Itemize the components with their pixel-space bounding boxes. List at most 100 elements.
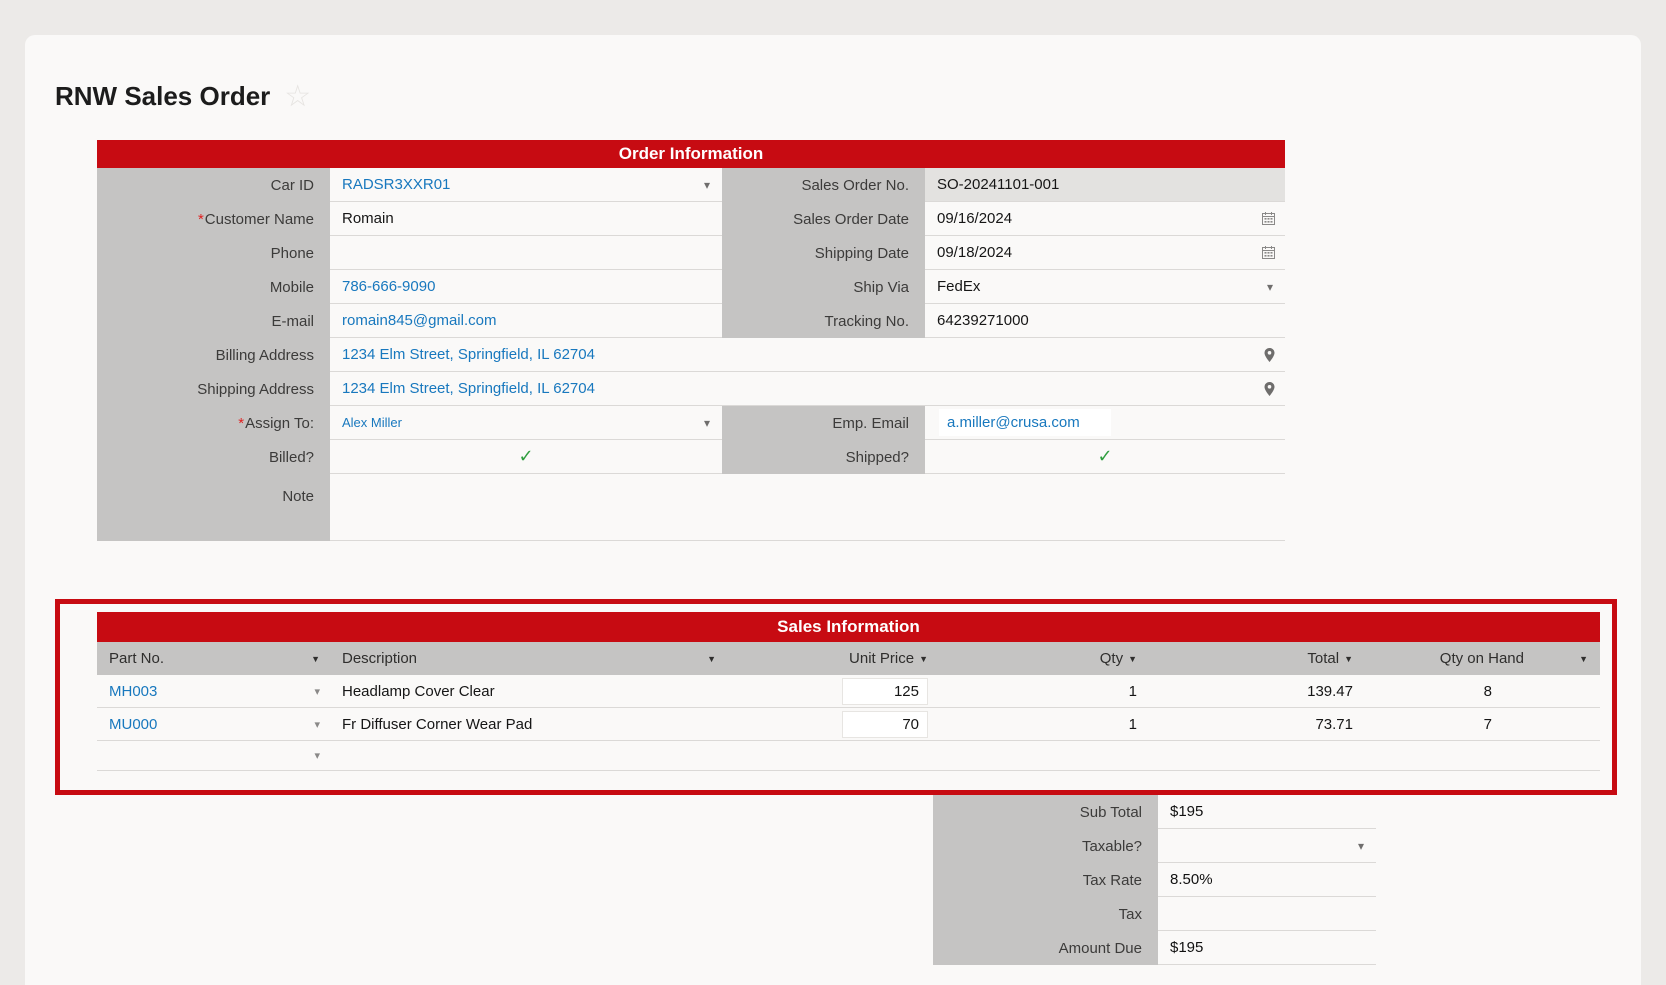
sort-caret-icon[interactable]: ▼ xyxy=(1579,654,1588,664)
note-field[interactable] xyxy=(330,474,1285,541)
car-id-value[interactable]: RADSR3XXR01 xyxy=(342,176,450,193)
taxable-label: Taxable? xyxy=(933,829,1158,863)
part-no-value[interactable]: MU000 xyxy=(109,716,157,733)
sort-caret-icon[interactable]: ▼ xyxy=(707,654,774,664)
mobile-label: Mobile xyxy=(97,270,330,304)
phone-field[interactable] xyxy=(330,236,722,270)
chevron-down-icon[interactable]: ▾ xyxy=(314,718,330,731)
taxable-select[interactable]: ▾ xyxy=(1158,829,1376,863)
assign-to-value[interactable]: Alex Miller xyxy=(342,415,402,430)
billed-checkbox[interactable]: ✓ xyxy=(330,440,722,474)
sort-caret-icon[interactable]: ▼ xyxy=(311,654,330,664)
order-row: Phone Shipping Date 09/18/2024 xyxy=(97,236,1285,270)
assign-to-select[interactable]: Alex Miller ▾ xyxy=(330,406,722,440)
tax-rate-value[interactable]: 8.50% xyxy=(1170,871,1213,888)
email-field[interactable]: romain845@gmail.com xyxy=(330,304,722,338)
part-no-cell-empty[interactable]: ▾ xyxy=(97,741,330,770)
emp-email-input[interactable]: a.miller@crusa.com xyxy=(939,409,1111,436)
tracking-no-value[interactable]: 64239271000 xyxy=(937,312,1029,329)
amount-due-value: $195 xyxy=(1170,939,1203,956)
emp-email-field[interactable]: a.miller@crusa.com xyxy=(925,406,1285,440)
chevron-down-icon[interactable]: ▾ xyxy=(1267,280,1273,294)
form-card: RNW Sales Order ☆ Order Information Car … xyxy=(25,35,1641,985)
table-row: MH003 ▾ Headlamp Cover Clear 125 1 xyxy=(97,675,1600,708)
totals-row: Tax xyxy=(933,897,1376,931)
shipping-date-field[interactable]: 09/18/2024 xyxy=(925,236,1285,270)
sales-information-highlight-frame: Sales Information Part No. ▼ Description… xyxy=(55,599,1617,795)
description-value: Fr Diffuser Corner Wear Pad xyxy=(342,716,532,733)
billing-address-field[interactable]: 1234 Elm Street, Springfield, IL 62704 xyxy=(330,338,1285,372)
description-cell: Fr Diffuser Corner Wear Pad xyxy=(330,708,774,740)
chevron-down-icon[interactable]: ▾ xyxy=(314,685,330,698)
order-row: E-mail romain845@gmail.com Tracking No. … xyxy=(97,304,1285,338)
sales-order-date-label: Sales Order Date xyxy=(722,202,925,236)
customer-name-value[interactable]: Romain xyxy=(342,210,394,227)
column-header-unit-price: Unit Price ▼ xyxy=(774,642,934,675)
ship-via-value[interactable]: FedEx xyxy=(937,278,980,295)
billing-address-value[interactable]: 1234 Elm Street, Springfield, IL 62704 xyxy=(342,346,595,363)
email-value[interactable]: romain845@gmail.com xyxy=(342,312,496,329)
sort-caret-icon[interactable]: ▼ xyxy=(919,654,928,664)
qty-on-hand-value: 8 xyxy=(1484,683,1492,700)
qty-cell[interactable]: 1 xyxy=(934,675,1149,707)
unit-price-value[interactable]: 125 xyxy=(894,683,919,700)
unit-price-cell: 125 xyxy=(774,675,934,707)
check-icon: ✓ xyxy=(1097,446,1112,467)
sales-order-date-value[interactable]: 09/16/2024 xyxy=(937,210,1012,227)
emp-email-value[interactable]: a.miller@crusa.com xyxy=(947,414,1080,431)
sort-caret-icon[interactable]: ▼ xyxy=(1344,654,1353,664)
sales-information-table: Sales Information Part No. ▼ Description… xyxy=(97,612,1600,771)
column-header-total: Total ▼ xyxy=(1149,642,1365,675)
sales-order-date-field[interactable]: 09/16/2024 xyxy=(925,202,1285,236)
qty-value[interactable]: 1 xyxy=(1129,683,1137,700)
sub-total-label: Sub Total xyxy=(933,795,1158,829)
order-information-section: Order Information Car ID RADSR3XXR01 ▾ S… xyxy=(97,140,1285,541)
assign-to-label-text: Assign To: xyxy=(245,415,314,432)
car-id-select[interactable]: RADSR3XXR01 ▾ xyxy=(330,168,722,202)
tax-rate-field[interactable]: 8.50% xyxy=(1158,863,1376,897)
mobile-value[interactable]: 786-666-9090 xyxy=(342,278,435,295)
part-no-cell[interactable]: MU000 ▾ xyxy=(97,708,330,740)
row-end-cell xyxy=(1530,708,1600,740)
location-pin-icon[interactable] xyxy=(1264,382,1275,396)
order-row: *Customer Name Romain Sales Order Date 0… xyxy=(97,202,1285,236)
total-cell: 73.71 xyxy=(1149,708,1365,740)
calendar-icon[interactable] xyxy=(1262,212,1275,225)
calendar-icon[interactable] xyxy=(1262,246,1275,259)
chevron-down-icon[interactable]: ▾ xyxy=(704,178,710,192)
car-id-label: Car ID xyxy=(97,168,330,202)
shipping-address-field[interactable]: 1234 Elm Street, Springfield, IL 62704 xyxy=(330,372,1285,406)
page-background: RNW Sales Order ☆ Order Information Car … xyxy=(0,0,1666,985)
chevron-down-icon[interactable]: ▾ xyxy=(314,749,330,762)
shipping-date-value[interactable]: 09/18/2024 xyxy=(937,244,1012,261)
unit-price-input[interactable]: 70 xyxy=(842,711,928,738)
unit-price-value[interactable]: 70 xyxy=(902,716,919,733)
favorite-star-icon[interactable]: ☆ xyxy=(284,82,311,112)
location-pin-icon[interactable] xyxy=(1264,348,1275,362)
part-no-value[interactable]: MH003 xyxy=(109,683,157,700)
tracking-no-field[interactable]: 64239271000 xyxy=(925,304,1285,338)
part-no-cell[interactable]: MH003 ▾ xyxy=(97,675,330,707)
amount-due-field: $195 xyxy=(1158,931,1376,965)
emp-email-label: Emp. Email xyxy=(722,406,925,440)
sort-caret-icon[interactable]: ▼ xyxy=(1128,654,1137,664)
customer-name-field[interactable]: Romain xyxy=(330,202,722,236)
shipping-address-label: Shipping Address xyxy=(97,372,330,406)
qty-value[interactable]: 1 xyxy=(1129,716,1137,733)
table-row: MU000 ▾ Fr Diffuser Corner Wear Pad 70 1 xyxy=(97,708,1600,741)
shipped-checkbox[interactable]: ✓ xyxy=(925,440,1285,474)
amount-due-label: Amount Due xyxy=(933,931,1158,965)
chevron-down-icon[interactable]: ▾ xyxy=(1358,839,1364,853)
shipping-address-value[interactable]: 1234 Elm Street, Springfield, IL 62704 xyxy=(342,380,595,397)
unit-price-input[interactable]: 125 xyxy=(842,678,928,705)
part-no-header-label: Part No. xyxy=(109,650,164,667)
qty-on-hand-header-label: Qty on Hand xyxy=(1440,650,1524,667)
required-marker: * xyxy=(198,211,204,228)
chevron-down-icon[interactable]: ▾ xyxy=(704,416,710,430)
ship-via-select[interactable]: FedEx ▾ xyxy=(925,270,1285,304)
totals-row: Taxable? ▾ xyxy=(933,829,1376,863)
total-cell: 139.47 xyxy=(1149,675,1365,707)
qty-cell[interactable]: 1 xyxy=(934,708,1149,740)
mobile-field[interactable]: 786-666-9090 xyxy=(330,270,722,304)
table-row-new: ▾ xyxy=(97,741,1600,771)
